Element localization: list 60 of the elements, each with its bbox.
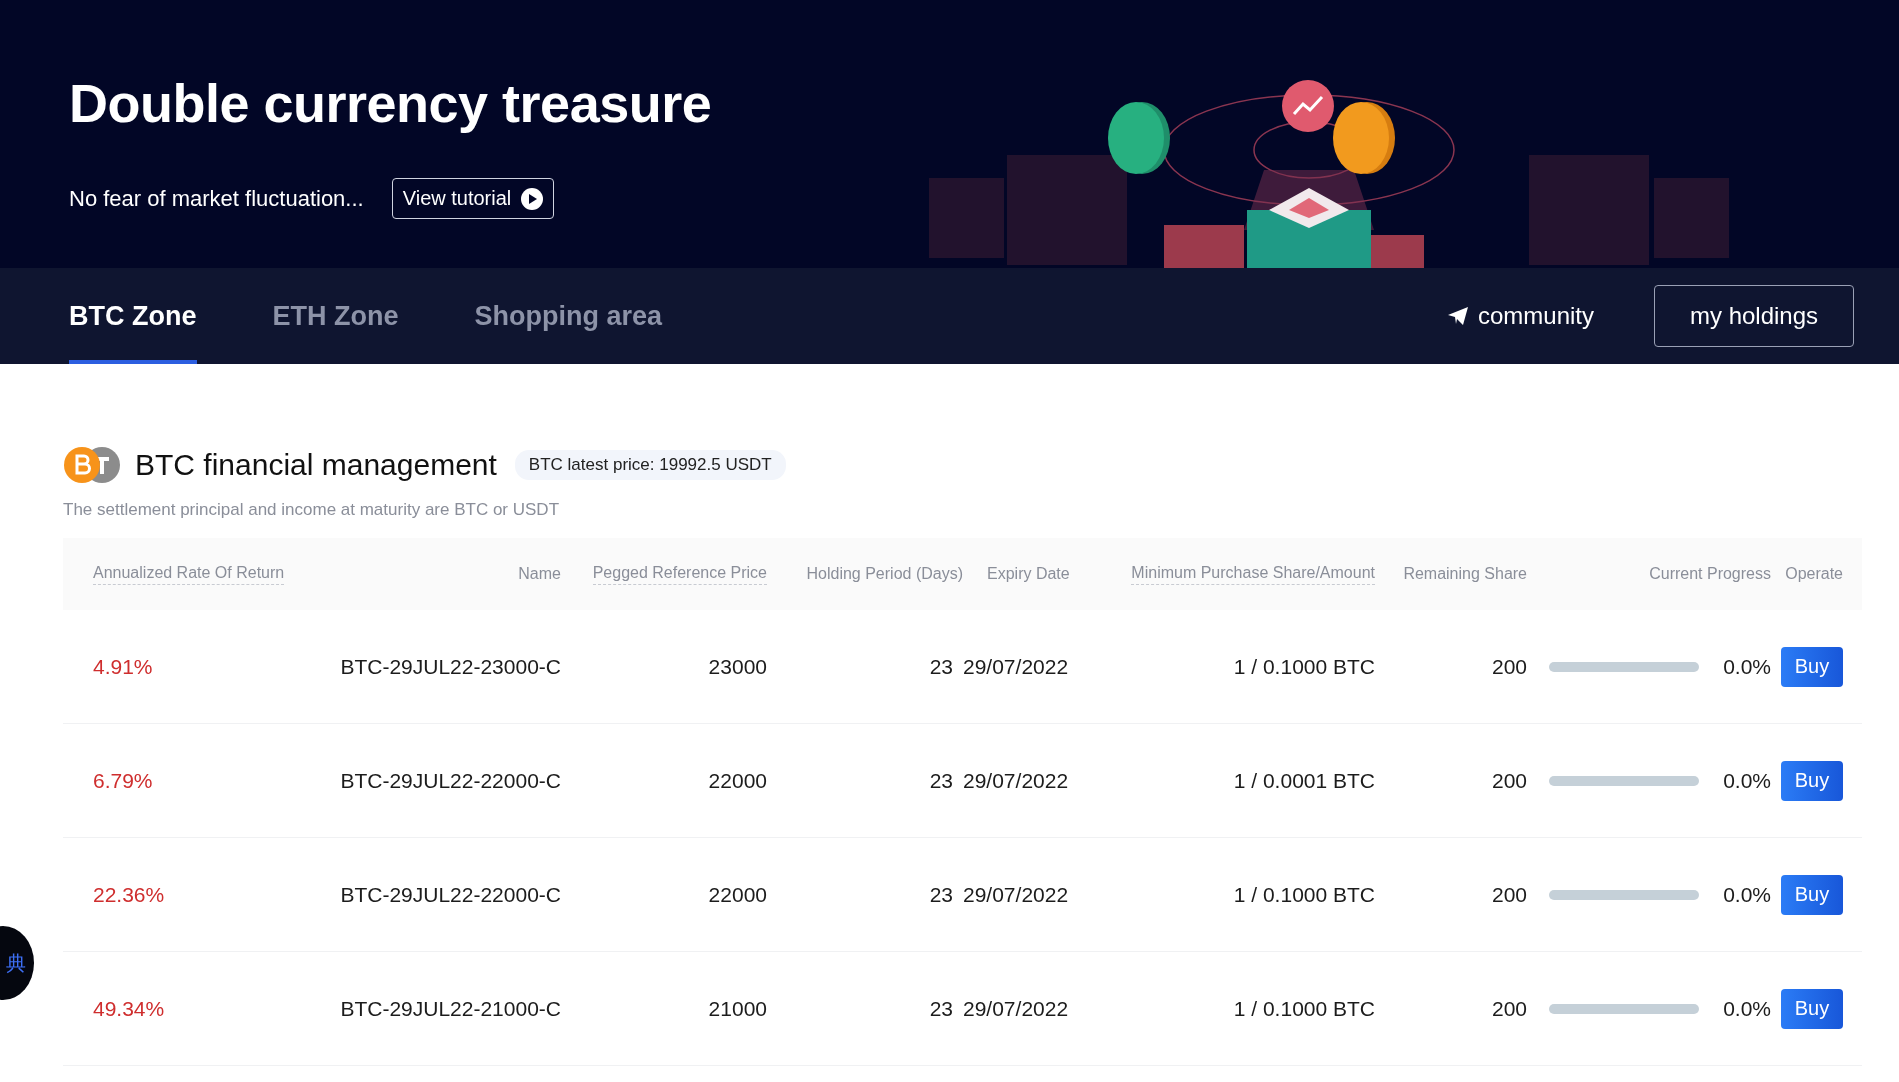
column-header: Operate: [1785, 565, 1843, 583]
minimum-cell: 1 / 0.0001 BTC: [1233, 768, 1375, 793]
price-cell: 22000: [708, 768, 767, 793]
zone-tab[interactable]: BTC Zone: [69, 268, 197, 364]
progress-value: 0.0%: [1723, 768, 1771, 793]
price-cell: 23000: [708, 654, 767, 679]
minimum-cell: 1 / 0.1000 BTC: [1233, 882, 1375, 907]
days-cell-text: 23: [929, 882, 954, 907]
community-link[interactable]: community: [1447, 302, 1594, 330]
remaining-cell: 200: [1491, 882, 1527, 907]
column-header: Pegged Reference Price: [592, 563, 767, 585]
rate-cell: 22.36%: [93, 882, 165, 907]
buy-button[interactable]: Buy: [1781, 760, 1843, 801]
column-header: Current Progress: [1649, 565, 1771, 583]
rate-cell: 49.34%: [93, 996, 165, 1021]
buy-button[interactable]: Buy: [1781, 646, 1843, 687]
name-cell: BTC-29JUL22-22000-C: [340, 768, 561, 793]
column-header: Expiry Date: [986, 565, 1070, 583]
days-cell-text: 23: [929, 996, 954, 1021]
rate-cell: 4.91%: [93, 654, 153, 679]
buy-button[interactable]: Buy: [1781, 874, 1843, 915]
expiry-cell: 29/07/2022: [963, 882, 1069, 907]
remaining-cell: 200: [1491, 996, 1527, 1021]
minimum-cell: 1 / 0.1000 BTC: [1233, 996, 1375, 1021]
expiry-cell: 29/07/2022: [963, 996, 1069, 1021]
column-header: Remaining Share: [1403, 565, 1527, 583]
progress-value: 0.0%: [1723, 882, 1771, 907]
floating-button[interactable]: 典: [0, 926, 34, 1000]
price-badge: BTC latest price: 19992.5 USDT: [514, 450, 786, 480]
section-title: BTC financial management: [135, 448, 497, 482]
column-header: Name: [518, 565, 561, 583]
play-icon: [521, 187, 544, 210]
remaining-cell: 200: [1491, 654, 1527, 679]
price-cell: 22000: [708, 882, 767, 907]
rate-cell: 6.79%: [93, 768, 153, 793]
column-header: Annualized Rate Of Return: [93, 563, 285, 585]
remaining-cell: 200: [1491, 768, 1527, 793]
minimum-cell: 1 / 0.1000 BTC: [1233, 654, 1375, 679]
btc-usdt-coins-icon: [63, 446, 121, 484]
view-tutorial-button[interactable]: View tutorial: [391, 178, 555, 219]
days-cell-text: 23: [929, 654, 954, 679]
zone-tab[interactable]: Shopping area: [474, 268, 663, 364]
page-title: Double currency treasure: [69, 72, 712, 134]
name-cell: BTC-29JUL22-23000-C: [340, 654, 561, 679]
column-header: Minimum Purchase Share/Amount: [1131, 563, 1375, 585]
subtitle: No fear of market fluctuation...: [69, 185, 364, 212]
expiry-cell: 29/07/2022: [963, 654, 1069, 679]
name-cell: BTC-29JUL22-22000-C: [340, 882, 561, 907]
days-cell-text: 23: [929, 768, 954, 793]
expiry-cell: 29/07/2022: [963, 768, 1069, 793]
name-cell: BTC-29JUL22-21000-C: [340, 996, 561, 1021]
progress-value: 0.0%: [1723, 654, 1771, 679]
column-header: Holding Period (Days): [806, 565, 963, 583]
my-holdings-button[interactable]: my holdings: [1654, 285, 1854, 347]
paper-plane-icon: [1447, 307, 1468, 325]
section-note: The settlement principal and income at maturity are BTC or USDT: [63, 500, 561, 520]
progress-value: 0.0%: [1723, 996, 1771, 1021]
price-cell: 21000: [708, 996, 767, 1021]
buy-button[interactable]: Buy: [1781, 988, 1843, 1029]
zone-tab[interactable]: ETH Zone: [272, 268, 399, 364]
